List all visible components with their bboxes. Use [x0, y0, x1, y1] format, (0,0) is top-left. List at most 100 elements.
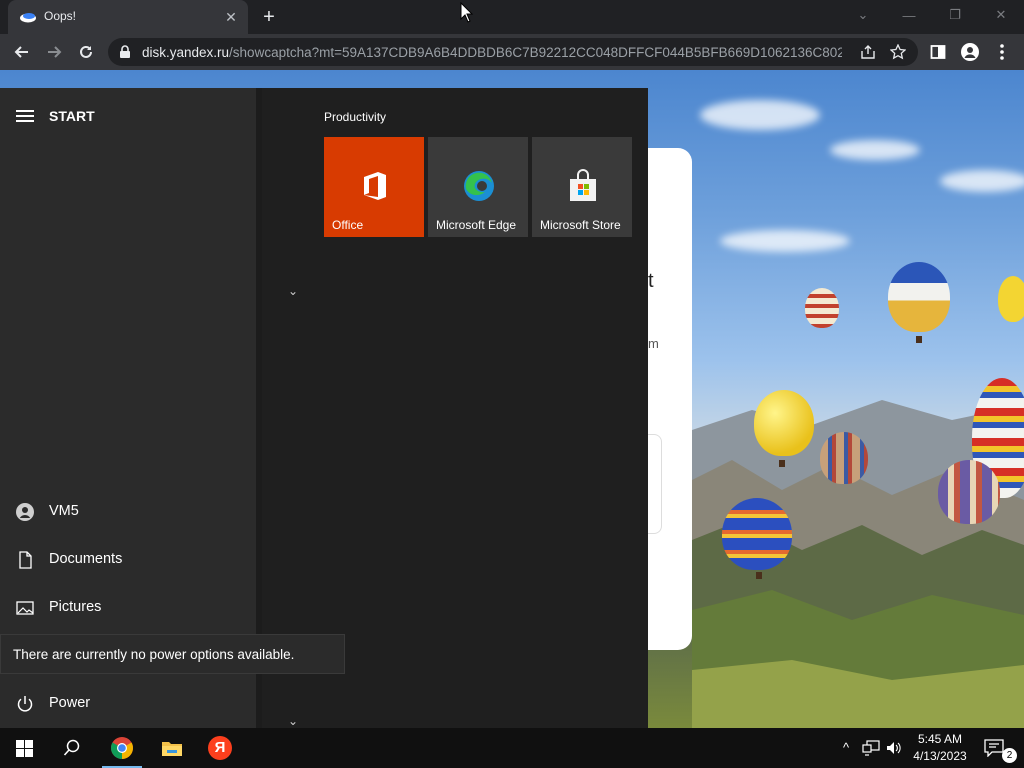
hot-air-balloon: [805, 288, 839, 328]
power-icon: [17, 696, 33, 712]
user-name: VM5: [49, 503, 79, 519]
chrome-menu-button[interactable]: [988, 38, 1016, 66]
power-options-tooltip: There are currently no power options ava…: [0, 634, 345, 674]
hot-air-balloon: [938, 460, 1000, 524]
tab-strip: Oops! ✕ + ⌄ — ❐ ✕: [0, 0, 1024, 34]
start-menu-left-pane: START VM5 Documents Pictures Power: [0, 88, 256, 728]
pictures-icon: [16, 601, 34, 615]
profile-button[interactable]: [956, 38, 984, 66]
taskbar: Я ^ 5:45 AM 4/13/2023 2: [0, 728, 1024, 768]
hamburger-menu-icon[interactable]: [16, 110, 34, 125]
user-avatar-icon: [16, 503, 34, 521]
pictures-item[interactable]: Pictures: [0, 586, 256, 630]
power-label: Power: [49, 695, 91, 711]
microsoft-edge-tile[interactable]: Microsoft Edge: [428, 137, 528, 237]
document-icon: [19, 551, 32, 569]
side-panel-icon: [930, 45, 946, 59]
tab-search-icon[interactable]: ⌄: [840, 0, 886, 30]
chevron-down-icon[interactable]: ⌄: [288, 714, 298, 728]
browser-tab[interactable]: Oops! ✕: [8, 0, 248, 34]
pictures-label: Pictures: [49, 599, 102, 615]
start-label: START: [49, 108, 95, 124]
yandex-disk-favicon-icon: [20, 13, 36, 23]
chrome-icon: [111, 737, 133, 759]
office-tile-label: Office: [332, 218, 364, 232]
cloud: [940, 170, 1024, 192]
start-menu-header[interactable]: START: [0, 102, 256, 130]
folder-icon: [162, 742, 182, 756]
start-menu: START VM5 Documents Pictures Power ⌄ ⌄ P…: [0, 88, 648, 728]
hot-air-balloon: [820, 432, 868, 484]
hot-air-balloon: [754, 390, 814, 456]
cloud: [700, 100, 820, 130]
hot-air-balloon: [722, 498, 792, 570]
window-controls: ⌄ — ❐ ✕: [840, 0, 1024, 30]
store-bag-icon: [570, 169, 596, 201]
user-account-item[interactable]: VM5: [0, 490, 256, 534]
taskbar-yandex-browser[interactable]: Я: [196, 728, 244, 768]
taskbar-clock[interactable]: 5:45 AM 4/13/2023: [900, 731, 980, 765]
new-tab-button[interactable]: +: [258, 6, 280, 28]
network-icon[interactable]: [862, 740, 880, 756]
action-center-button[interactable]: 2: [980, 728, 1024, 768]
cloud: [720, 230, 850, 252]
close-window-icon[interactable]: ✕: [978, 0, 1024, 30]
edge-logo-icon: [464, 171, 494, 201]
minimize-icon[interactable]: —: [886, 0, 932, 30]
url-text[interactable]: disk.yandex.ru/showcaptcha?mt=59A137CDB9…: [142, 45, 842, 60]
hot-air-balloon: [888, 262, 950, 332]
documents-item[interactable]: Documents: [0, 538, 256, 582]
balloon-basket: [779, 460, 785, 467]
start-button[interactable]: [0, 728, 48, 768]
chevron-down-icon[interactable]: ⌄: [288, 284, 298, 298]
url-host: disk.yandex.ru: [142, 45, 230, 60]
lock-icon[interactable]: [119, 45, 131, 59]
clock-date: 4/13/2023: [913, 749, 967, 763]
search-button[interactable]: [48, 728, 96, 768]
address-bar[interactable]: disk.yandex.ru/showcaptcha?mt=59A137CDB9…: [108, 38, 918, 66]
store-tile-label: Microsoft Store: [540, 218, 621, 232]
show-hidden-icons-chevron-icon[interactable]: ^: [838, 740, 854, 756]
reload-button[interactable]: [72, 38, 100, 66]
back-arrow-icon: [14, 46, 28, 58]
reload-icon: [80, 45, 92, 58]
notification-count-badge: 2: [1002, 748, 1017, 763]
windows-logo-icon: [15, 739, 33, 757]
balloon-basket: [916, 336, 922, 343]
yandex-icon: Я: [208, 736, 232, 760]
tab-close-icon[interactable]: ✕: [222, 8, 240, 26]
browser-toolbar: disk.yandex.ru/showcaptcha?mt=59A137CDB9…: [0, 34, 1024, 70]
profile-avatar-icon: [961, 43, 979, 61]
captcha-title-fragment: t: [648, 270, 654, 292]
microsoft-store-tile[interactable]: Microsoft Store: [532, 137, 632, 237]
start-menu-divider: [256, 88, 262, 728]
more-vert-icon: [1000, 44, 1004, 60]
notification-icon: [984, 739, 1004, 757]
edge-tile-label: Microsoft Edge: [436, 218, 517, 232]
power-tooltip-text: There are currently no power options ava…: [13, 647, 295, 662]
forward-arrow-icon: [48, 46, 62, 58]
documents-label: Documents: [49, 551, 123, 567]
hot-air-balloon: [998, 276, 1024, 322]
power-item[interactable]: Power: [0, 682, 256, 726]
restore-icon[interactable]: ❐: [932, 0, 978, 30]
back-button[interactable]: [8, 38, 36, 66]
search-icon: [63, 739, 80, 756]
tab-title: Oops!: [44, 9, 77, 23]
share-icon[interactable]: [860, 45, 876, 59]
cloud: [830, 140, 920, 160]
office-logo-icon: [364, 172, 386, 200]
tile-group-title: Productivity: [324, 110, 387, 124]
taskbar-file-explorer[interactable]: [148, 728, 196, 768]
bookmark-star-icon[interactable]: [890, 44, 906, 60]
captcha-widget-edge[interactable]: [648, 434, 662, 534]
captcha-text-fragment: m: [648, 336, 659, 351]
url-path: /showcaptcha?mt=59A137CDB9A6B4DDBDB6C7B9…: [229, 45, 842, 60]
side-panel-button[interactable]: [924, 38, 952, 66]
balloon-basket: [756, 572, 762, 579]
clock-time: 5:45 AM: [917, 732, 963, 746]
office-tile[interactable]: Office: [324, 137, 424, 237]
mouse-cursor-icon: [460, 2, 474, 23]
taskbar-chrome[interactable]: [98, 728, 146, 768]
forward-button[interactable]: [40, 38, 68, 66]
